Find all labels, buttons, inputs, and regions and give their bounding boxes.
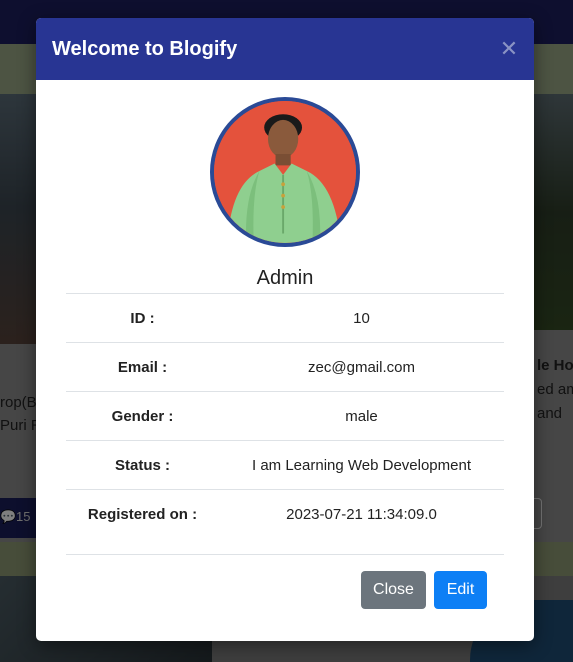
table-row: Registered on : 2023-07-21 11:34:09.0	[66, 489, 504, 539]
row-label: Registered on :	[66, 489, 219, 539]
row-label: ID :	[66, 293, 219, 343]
profile-photo	[214, 101, 356, 243]
close-icon[interactable]: ✕	[498, 38, 520, 60]
modal-title: Welcome to Blogify	[52, 37, 238, 60]
profile-details-table: ID : 10 Email : zec@gmail.com Gender : m…	[66, 293, 504, 539]
avatar	[210, 97, 360, 247]
table-row: Gender : male	[66, 391, 504, 441]
close-button[interactable]: Close	[361, 571, 426, 609]
table-row: ID : 10	[66, 293, 504, 343]
row-value: male	[219, 391, 504, 441]
row-value: 10	[219, 293, 504, 343]
table-row: Email : zec@gmail.com	[66, 342, 504, 392]
modal-footer-divider	[66, 554, 504, 555]
row-label: Gender :	[66, 391, 219, 441]
profile-name: Admin	[256, 267, 314, 289]
row-value: I am Learning Web Development	[219, 440, 504, 490]
modal-header: Welcome to Blogify ✕	[36, 18, 534, 80]
row-value: 2023-07-21 11:34:09.0	[219, 489, 504, 539]
row-value: zec@gmail.com	[219, 342, 504, 392]
edit-button[interactable]: Edit	[434, 571, 487, 609]
table-row: Status : I am Learning Web Development	[66, 440, 504, 490]
profile-modal: Welcome to Blogify ✕ Admin ID : 10 Email…	[36, 18, 534, 641]
row-label: Email :	[66, 342, 219, 392]
row-label: Status :	[66, 440, 219, 490]
